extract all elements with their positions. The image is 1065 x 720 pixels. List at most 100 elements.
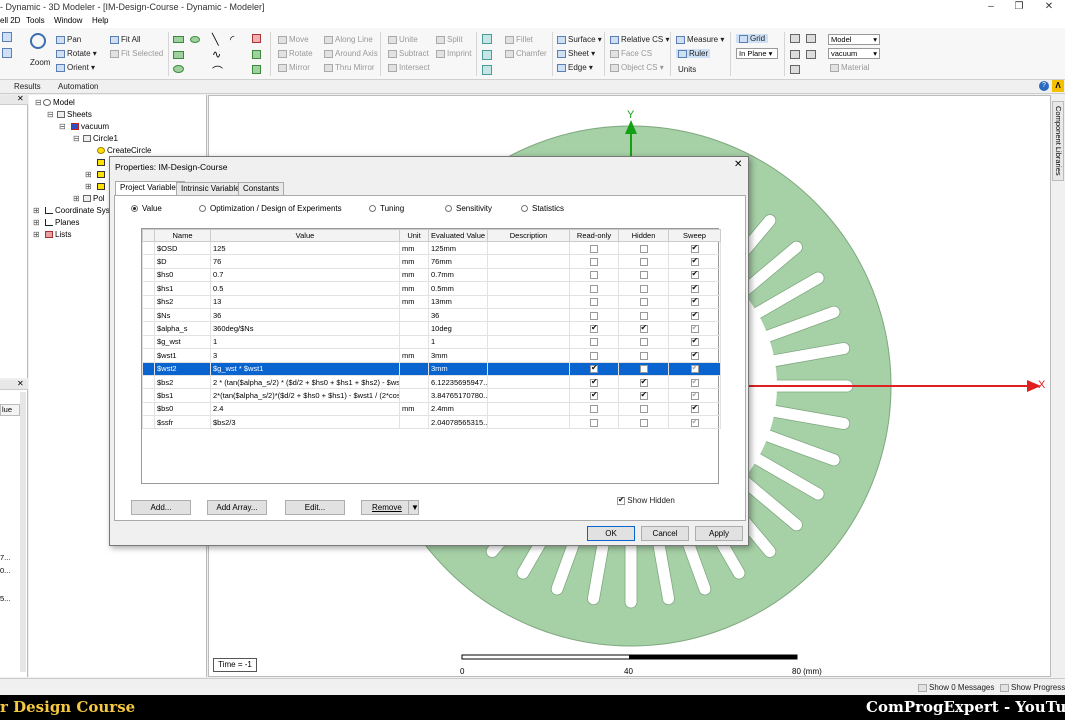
column-header-name[interactable]: Name [154, 229, 211, 242]
cell-description[interactable] [487, 348, 570, 363]
table-row[interactable]: $hs0 0.7 mm 0.7mm [142, 267, 721, 283]
rectangle-icon[interactable] [173, 51, 184, 59]
cell-unit[interactable]: mm [399, 254, 429, 269]
line-icon[interactable]: ╲ [212, 33, 219, 46]
cell-unit[interactable]: mm [399, 281, 429, 296]
menu-item-window[interactable]: Window [54, 16, 82, 25]
hidden-checkbox[interactable] [639, 298, 648, 307]
thru-mirror-button[interactable]: Thru Mirror [324, 63, 375, 72]
read-only-checkbox[interactable] [590, 244, 598, 253]
cell-value[interactable]: $bs2/3 [210, 415, 400, 430]
read-only-checkbox[interactable] [590, 284, 598, 293]
pane-close-icon[interactable]: ✕ [17, 94, 24, 103]
sweep-checkbox[interactable] [690, 363, 699, 374]
grid-button[interactable]: Grid [736, 34, 769, 43]
cell-unit[interactable] [399, 415, 429, 430]
radio-tuning[interactable]: Tuning [369, 204, 404, 213]
tree-item-createcircle[interactable]: CreateCircle [97, 146, 151, 155]
hidden-checkbox[interactable] [639, 258, 648, 267]
arc-icon[interactable]: ◜ [230, 33, 234, 46]
row-selector[interactable] [142, 361, 155, 376]
tree-item-vacuum[interactable]: vacuum [71, 122, 109, 131]
sweep-checkbox[interactable] [690, 296, 699, 307]
split-button[interactable]: Split [436, 35, 463, 44]
cell-description[interactable] [487, 334, 570, 350]
point-icon[interactable] [252, 50, 261, 59]
cell-description[interactable] [487, 415, 570, 430]
read-only-checkbox[interactable] [590, 377, 598, 387]
read-only-checkbox[interactable] [590, 298, 598, 307]
cell-name[interactable]: $hs2 [154, 294, 211, 309]
cell-value[interactable]: $g_wst * $wst1 [210, 361, 400, 376]
pane-close-icon[interactable]: ✕ [17, 379, 24, 388]
sheet-button[interactable]: Sheet ▾ [557, 49, 595, 58]
menu-item-draw2d[interactable]: ell 2D [0, 16, 20, 25]
table-row[interactable]: $bs2 2 * (tan($alpha_s/2) * ($d/2 + $hs0 … [142, 374, 721, 390]
cell-name[interactable]: $alpha_s [154, 321, 211, 336]
cell-description[interactable] [487, 401, 570, 417]
cell-unit[interactable]: mm [399, 348, 429, 363]
row-selector[interactable] [142, 240, 155, 256]
table-row[interactable]: $D 76 mm 76mm [142, 254, 721, 269]
hidden-checkbox[interactable] [639, 244, 648, 253]
hidden-checkbox[interactable] [639, 365, 648, 374]
column-header-unit[interactable]: Unit [399, 229, 429, 242]
column-header-evaluated-value[interactable]: Evaluated Value [428, 229, 488, 242]
cell-value[interactable]: 2 * (tan($alpha_s/2) * ($d/2 + $hs0 + $h… [210, 374, 400, 390]
hidden-checkbox[interactable] [639, 311, 648, 320]
variables-table[interactable]: Name Value Unit Evaluated Value Descript… [141, 228, 721, 484]
measure-button[interactable]: Measure ▾ [676, 35, 724, 44]
hidden-checkbox[interactable] [639, 390, 648, 400]
layer-icon[interactable] [806, 34, 816, 43]
tab-automation[interactable]: Automation [58, 82, 98, 91]
table-row[interactable]: $wst1 3 mm 3mm [142, 348, 721, 363]
component-libraries-tab[interactable]: Component Libraries [1051, 95, 1065, 677]
sweep-checkbox[interactable] [690, 323, 699, 334]
cell-value[interactable]: 125 [210, 240, 400, 256]
tree-item-coordinate-systems[interactable]: Coordinate Sys [45, 206, 110, 215]
scrollbar[interactable] [20, 392, 26, 672]
read-only-checkbox[interactable] [590, 323, 598, 334]
face-cs-button[interactable]: Face CS [610, 49, 652, 58]
project-manager-pane[interactable]: ✕ [0, 94, 28, 378]
tree-item-lists[interactable]: Lists [45, 230, 71, 239]
cell-value[interactable]: 3 [210, 348, 400, 363]
properties-pane[interactable]: ✕ lue 7... 0... 5... [0, 379, 28, 677]
cell-value[interactable]: 0.5 [210, 281, 400, 296]
circle-icon[interactable] [173, 65, 184, 73]
tree-item-operation[interactable] [97, 158, 107, 167]
cell-description[interactable] [487, 254, 570, 269]
table-row[interactable]: $Ns 36 36 [142, 307, 721, 323]
cell-name[interactable]: $hs1 [154, 281, 211, 296]
row-selector[interactable] [142, 388, 155, 403]
cell-unit[interactable] [399, 321, 429, 336]
cell-value[interactable]: 2*(tan($alpha_s/2)*($d/2 + $hs0 + $hs1) … [210, 388, 400, 403]
sweep-checkbox[interactable] [690, 350, 699, 360]
read-only-checkbox[interactable] [590, 338, 598, 347]
cell-name[interactable]: $bs1 [154, 388, 211, 403]
table-row[interactable]: $ssfr $bs2/3 2.04078565315... [142, 415, 721, 430]
help-icon[interactable]: ? [1039, 81, 1049, 91]
cell-value[interactable]: 1 [210, 334, 400, 350]
cell-description[interactable] [487, 281, 570, 296]
hidden-checkbox[interactable] [639, 271, 648, 280]
properties-dialog[interactable]: Properties: IM-Design-Course ✕ Project V… [109, 156, 749, 546]
dialog-close-icon[interactable]: ✕ [734, 159, 742, 170]
show-messages-button[interactable]: Show 0 Messages [918, 683, 994, 692]
row-selector[interactable] [142, 401, 155, 417]
column-header-hidden[interactable]: Hidden [618, 229, 669, 242]
table-row[interactable]: $bs0 2.4 mm 2.4mm [142, 401, 721, 417]
cell-description[interactable] [487, 388, 570, 403]
orient-button[interactable]: Orient ▾ [56, 63, 95, 72]
hidden-checkbox[interactable] [639, 338, 648, 347]
hidden-checkbox[interactable] [639, 284, 648, 293]
row-selector[interactable] [142, 321, 155, 336]
hidden-checkbox[interactable] [639, 377, 648, 387]
row-selector[interactable] [142, 267, 155, 283]
cell-name[interactable]: $wst1 [154, 348, 211, 363]
show-progress-button[interactable]: Show Progress [1000, 683, 1065, 692]
model-select[interactable]: Model ▾ [828, 34, 880, 45]
sweep-checkbox[interactable] [690, 310, 699, 320]
tree-item-operation[interactable] [97, 182, 107, 191]
read-only-checkbox[interactable] [590, 311, 598, 320]
